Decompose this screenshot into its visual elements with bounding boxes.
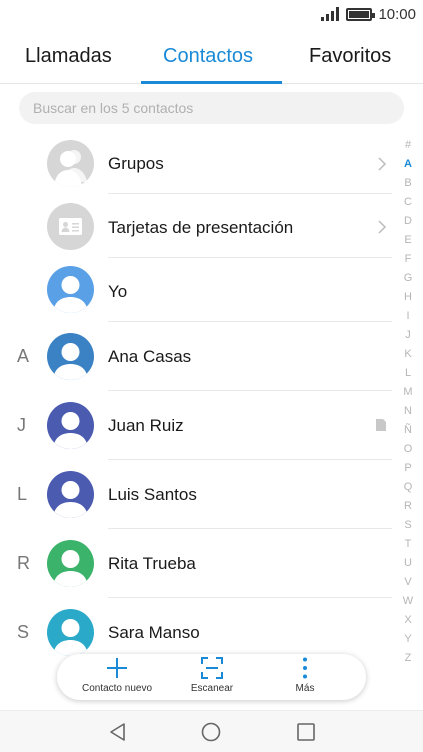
section-letter: S <box>17 622 30 642</box>
scan-label: Escanear <box>190 683 234 694</box>
me-label: Yo <box>108 282 128 301</box>
back-icon[interactable] <box>108 722 128 742</box>
index-letter[interactable]: L <box>398 364 418 383</box>
business-cards-row[interactable]: Tarjetas de presentación <box>0 194 392 258</box>
section-letter: A <box>17 346 30 366</box>
contact-row-rita-trueba[interactable]: R Rita Trueba <box>0 529 392 598</box>
index-letter[interactable]: A <box>398 155 418 174</box>
contact-name: Ana Casas <box>108 347 192 366</box>
groups-row[interactable]: Grupos <box>0 136 392 194</box>
index-letter[interactable]: T <box>398 535 418 554</box>
contact-name: Luis Santos <box>108 485 197 504</box>
contact-row-juan-ruiz[interactable]: J Juan Ruiz <box>0 391 392 460</box>
contact-avatar-icon <box>47 402 94 449</box>
contact-avatar-icon <box>47 540 94 587</box>
section-letter: J <box>17 415 26 435</box>
index-letter[interactable]: Z <box>398 649 418 668</box>
index-letter[interactable]: G <box>398 269 418 288</box>
index-letter[interactable]: N <box>398 402 418 421</box>
alphabet-index[interactable]: # A B C D E F G H I J K L M N Ñ O P Q R … <box>398 136 418 668</box>
index-letter[interactable]: X <box>398 611 418 630</box>
new-contact-label: Contacto nuevo <box>81 683 153 694</box>
index-letter[interactable]: B <box>398 174 418 193</box>
plus-icon <box>107 658 127 678</box>
tab-contactos[interactable]: Contactos <box>163 45 253 68</box>
index-letter[interactable]: Q <box>398 478 418 497</box>
status-bar: 10:00 <box>0 0 423 30</box>
home-icon[interactable] <box>201 722 221 742</box>
index-letter[interactable]: R <box>398 497 418 516</box>
index-letter[interactable]: Ñ <box>398 421 418 440</box>
contact-name: Sara Manso <box>108 623 200 642</box>
bottom-action-bar: Contacto nuevo Escanear Más <box>57 654 366 700</box>
recents-icon[interactable] <box>296 722 316 742</box>
index-letter[interactable]: I <box>398 307 418 326</box>
system-nav-bar <box>0 710 423 752</box>
index-letter[interactable]: # <box>398 136 418 155</box>
tab-bar: Llamadas Contactos Favoritos <box>0 30 423 84</box>
index-letter[interactable]: F <box>398 250 418 269</box>
tab-favoritos[interactable]: Favoritos <box>309 45 391 68</box>
index-letter[interactable]: M <box>398 383 418 402</box>
group-icon <box>47 140 94 187</box>
index-letter[interactable]: C <box>398 193 418 212</box>
chevron-right-icon <box>378 157 387 171</box>
new-contact-button[interactable]: Contacto nuevo <box>69 657 165 699</box>
business-cards-label: Tarjetas de presentación <box>108 218 294 237</box>
signal-icon <box>321 7 339 21</box>
index-letter[interactable]: E <box>398 231 418 250</box>
contact-name: Juan Ruiz <box>108 416 184 435</box>
index-letter[interactable]: S <box>398 516 418 535</box>
section-letter: L <box>17 484 28 504</box>
contact-avatar-icon <box>47 471 94 518</box>
status-time: 10:00 <box>378 6 416 23</box>
battery-icon <box>346 8 375 21</box>
contact-avatar-icon <box>47 333 94 380</box>
index-letter[interactable]: P <box>398 459 418 478</box>
contact-row-luis-santos[interactable]: L Luis Santos <box>0 460 392 529</box>
section-letter: R <box>17 553 30 573</box>
contact-name: Rita Trueba <box>108 554 196 573</box>
contact-row-ana-casas[interactable]: A Ana Casas <box>0 322 392 391</box>
index-letter[interactable]: D <box>398 212 418 231</box>
index-letter[interactable]: H <box>398 288 418 307</box>
me-row[interactable]: Yo <box>0 258 392 322</box>
more-button[interactable]: Más <box>257 657 353 699</box>
index-letter[interactable]: W <box>398 592 418 611</box>
search-input[interactable] <box>33 92 393 124</box>
contact-avatar-icon <box>47 609 94 656</box>
chevron-right-icon <box>378 220 387 234</box>
sim-card-icon <box>376 419 386 431</box>
business-card-icon <box>47 203 94 250</box>
index-letter[interactable]: Y <box>398 630 418 649</box>
groups-label: Grupos <box>108 154 164 173</box>
active-tab-indicator <box>141 81 282 84</box>
search-bar[interactable] <box>19 92 404 124</box>
index-letter[interactable]: O <box>398 440 418 459</box>
scan-icon <box>201 657 223 679</box>
scan-button[interactable]: Escanear <box>164 657 260 699</box>
more-vertical-icon <box>303 657 307 679</box>
tab-llamadas[interactable]: Llamadas <box>25 45 112 68</box>
index-letter[interactable]: K <box>398 345 418 364</box>
index-letter[interactable]: U <box>398 554 418 573</box>
profile-icon <box>47 266 94 313</box>
index-letter[interactable]: J <box>398 326 418 345</box>
more-label: Más <box>295 683 315 694</box>
index-letter[interactable]: V <box>398 573 418 592</box>
